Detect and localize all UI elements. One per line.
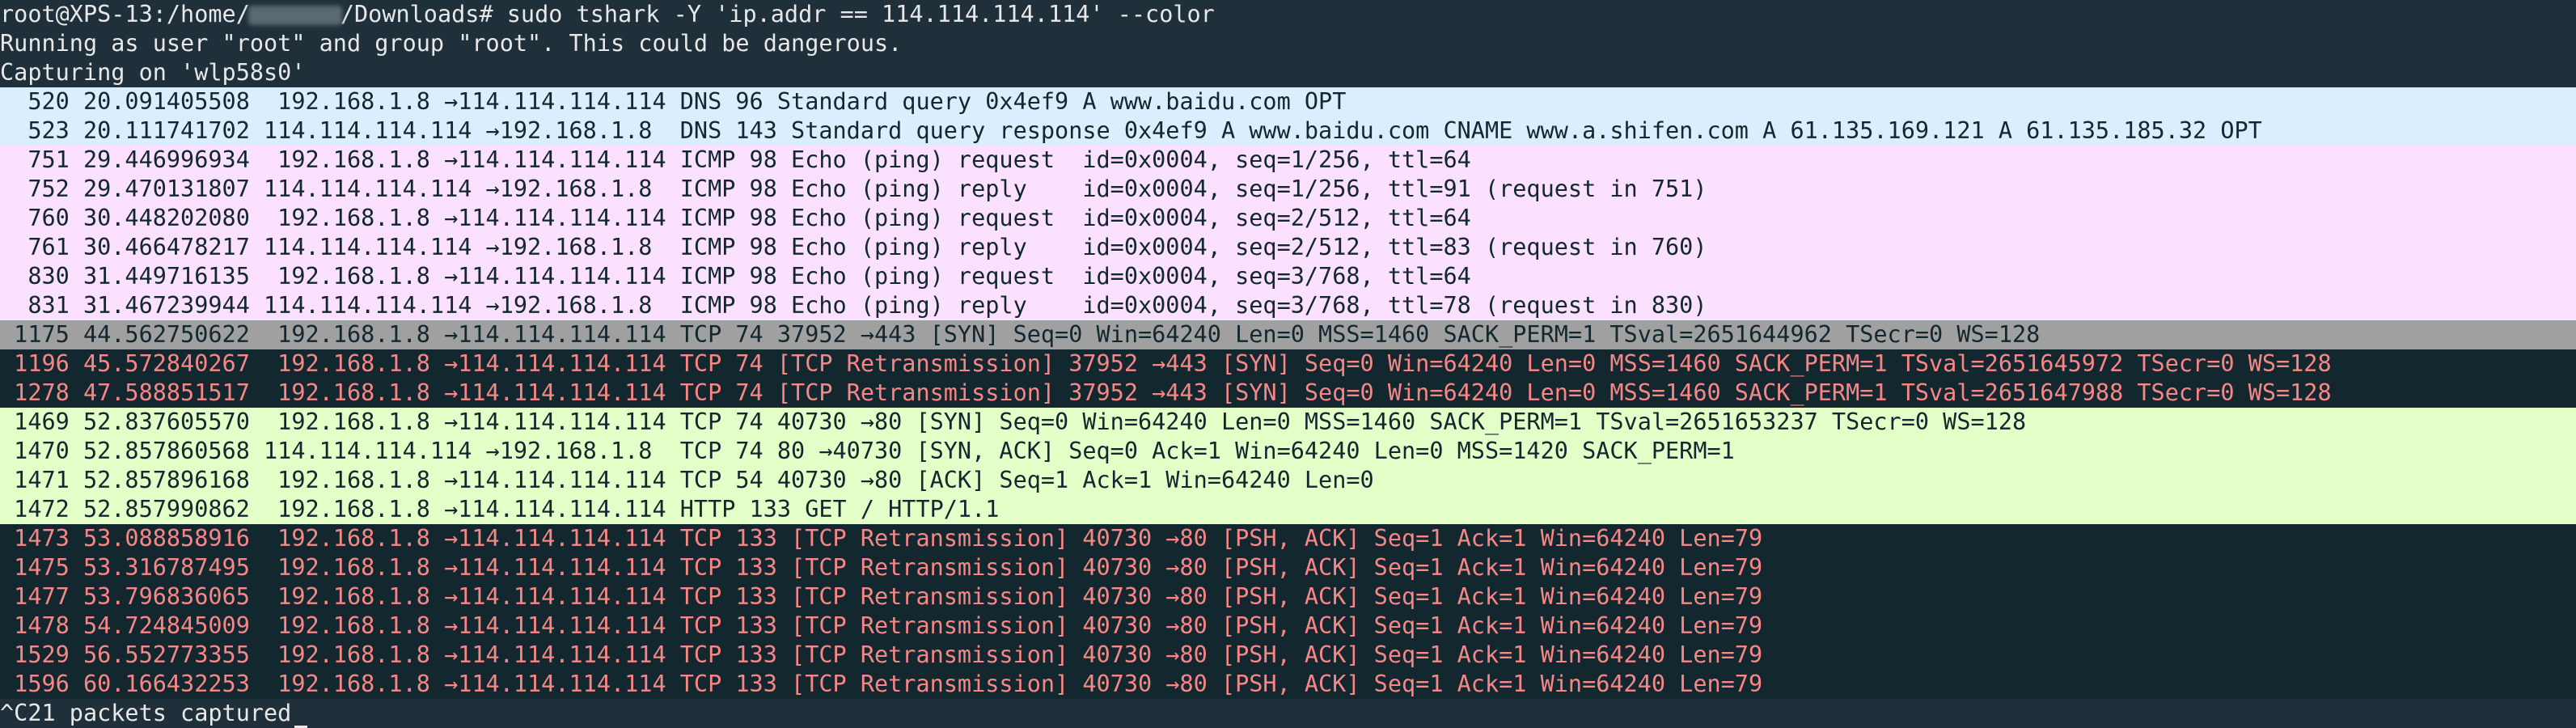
packet-list: 520 20.091405508 192.168.1.8 →114.114.11… bbox=[0, 87, 2576, 699]
prompt-prefix: root@XPS-13:/home/ bbox=[0, 1, 250, 28]
terminal-window[interactable]: root@XPS-13:/home/ /Downloads# sudo tshar… bbox=[0, 0, 2576, 728]
message-line: Running as user "root" and group "root".… bbox=[0, 30, 903, 57]
packet-row: 1477 53.796836065 192.168.1.8 →114.114.1… bbox=[0, 582, 2576, 612]
packet-row: 751 29.446996934 192.168.1.8 →114.114.11… bbox=[0, 146, 2576, 175]
packet-row: 520 20.091405508 192.168.1.8 →114.114.11… bbox=[0, 87, 2576, 116]
packet-row: 1473 53.088858916 192.168.1.8 →114.114.1… bbox=[0, 524, 2576, 553]
command-prompt-line: root@XPS-13:/home/ /Downloads# sudo tshar… bbox=[0, 0, 2576, 29]
packet-row: 1596 60.166432253 192.168.1.8 →114.114.1… bbox=[0, 670, 2576, 699]
packet-row: 1475 53.316787495 192.168.1.8 →114.114.1… bbox=[0, 553, 2576, 582]
packet-row: 1175 44.562750622 192.168.1.8 →114.114.1… bbox=[0, 320, 2576, 349]
packet-row: 752 29.470131807 114.114.114.114 →192.16… bbox=[0, 175, 2576, 204]
packet-row: 761 30.466478217 114.114.114.114 →192.16… bbox=[0, 233, 2576, 262]
packet-row: 760 30.448202080 192.168.1.8 →114.114.11… bbox=[0, 204, 2576, 233]
message-line: Capturing on 'wlp58s0' bbox=[0, 59, 306, 86]
packets-captured-text: ^C21 packets captured bbox=[0, 700, 292, 726]
packet-row: 1529 56.552773355 192.168.1.8 →114.114.1… bbox=[0, 641, 2576, 670]
command-text: /Downloads# sudo tshark -Y 'ip.addr == 1… bbox=[340, 1, 1215, 28]
redacted-username bbox=[247, 6, 342, 25]
packet-row: 1196 45.572840267 192.168.1.8 →114.114.1… bbox=[0, 349, 2576, 379]
packet-row: 831 31.467239944 114.114.114.114 →192.16… bbox=[0, 291, 2576, 320]
packet-row: 1470 52.857860568 114.114.114.114 →192.1… bbox=[0, 437, 2576, 466]
packet-row: 1278 47.588851517 192.168.1.8 →114.114.1… bbox=[0, 379, 2576, 408]
packet-row: 1472 52.857990862 192.168.1.8 →114.114.1… bbox=[0, 495, 2576, 524]
packet-row: 830 31.449716135 192.168.1.8 →114.114.11… bbox=[0, 262, 2576, 291]
packet-row: 1469 52.837605570 192.168.1.8 →114.114.1… bbox=[0, 408, 2576, 437]
packet-row: 1471 52.857896168 192.168.1.8 →114.114.1… bbox=[0, 466, 2576, 495]
packet-row: 1478 54.724845009 192.168.1.8 →114.114.1… bbox=[0, 612, 2576, 641]
packet-row: 523 20.111741702 114.114.114.114 →192.16… bbox=[0, 116, 2576, 146]
